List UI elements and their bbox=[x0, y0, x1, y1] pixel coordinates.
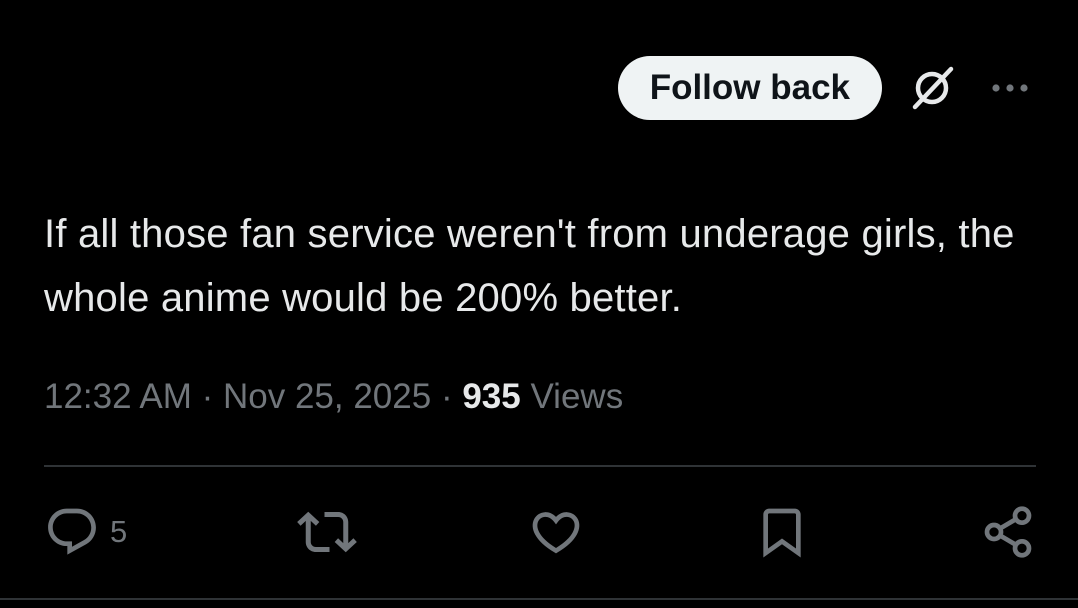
retweet-button[interactable] bbox=[297, 502, 358, 562]
grok-icon[interactable] bbox=[904, 60, 960, 116]
views-count: 935 bbox=[462, 377, 521, 416]
share-icon bbox=[984, 506, 1032, 558]
retweet-icon bbox=[297, 511, 358, 553]
more-dots-icon[interactable] bbox=[982, 60, 1038, 116]
reply-count: 5 bbox=[110, 514, 128, 549]
bottom-divider bbox=[0, 598, 1078, 600]
tweet-header-actions: Follow back bbox=[617, 56, 1038, 120]
bookmark-button[interactable] bbox=[754, 504, 810, 560]
tweet-text: If all those fan service weren't from un… bbox=[44, 212, 1015, 320]
share-button[interactable] bbox=[980, 504, 1036, 560]
follow-back-button[interactable]: Follow back bbox=[617, 56, 882, 120]
tweet-time[interactable]: 12:32 AM bbox=[44, 377, 192, 416]
like-icon bbox=[532, 512, 579, 554]
views-label: Views bbox=[520, 377, 624, 416]
meta-separator: · bbox=[191, 377, 223, 416]
bookmark-icon bbox=[763, 508, 801, 558]
tweet-action-bar: 5 bbox=[44, 496, 1036, 568]
tweet-detail: Follow back If all those fan service wer… bbox=[0, 0, 1078, 608]
reply-button[interactable]: 5 bbox=[44, 504, 127, 560]
tweet-date[interactable]: Nov 25, 2025 bbox=[223, 377, 431, 416]
meta-separator-2: · bbox=[431, 377, 463, 416]
reply-icon bbox=[48, 508, 96, 555]
like-button[interactable] bbox=[528, 504, 584, 560]
tweet-meta: 12:32 AM · Nov 25, 2025 · 935 Views bbox=[44, 372, 623, 422]
divider bbox=[44, 465, 1036, 467]
